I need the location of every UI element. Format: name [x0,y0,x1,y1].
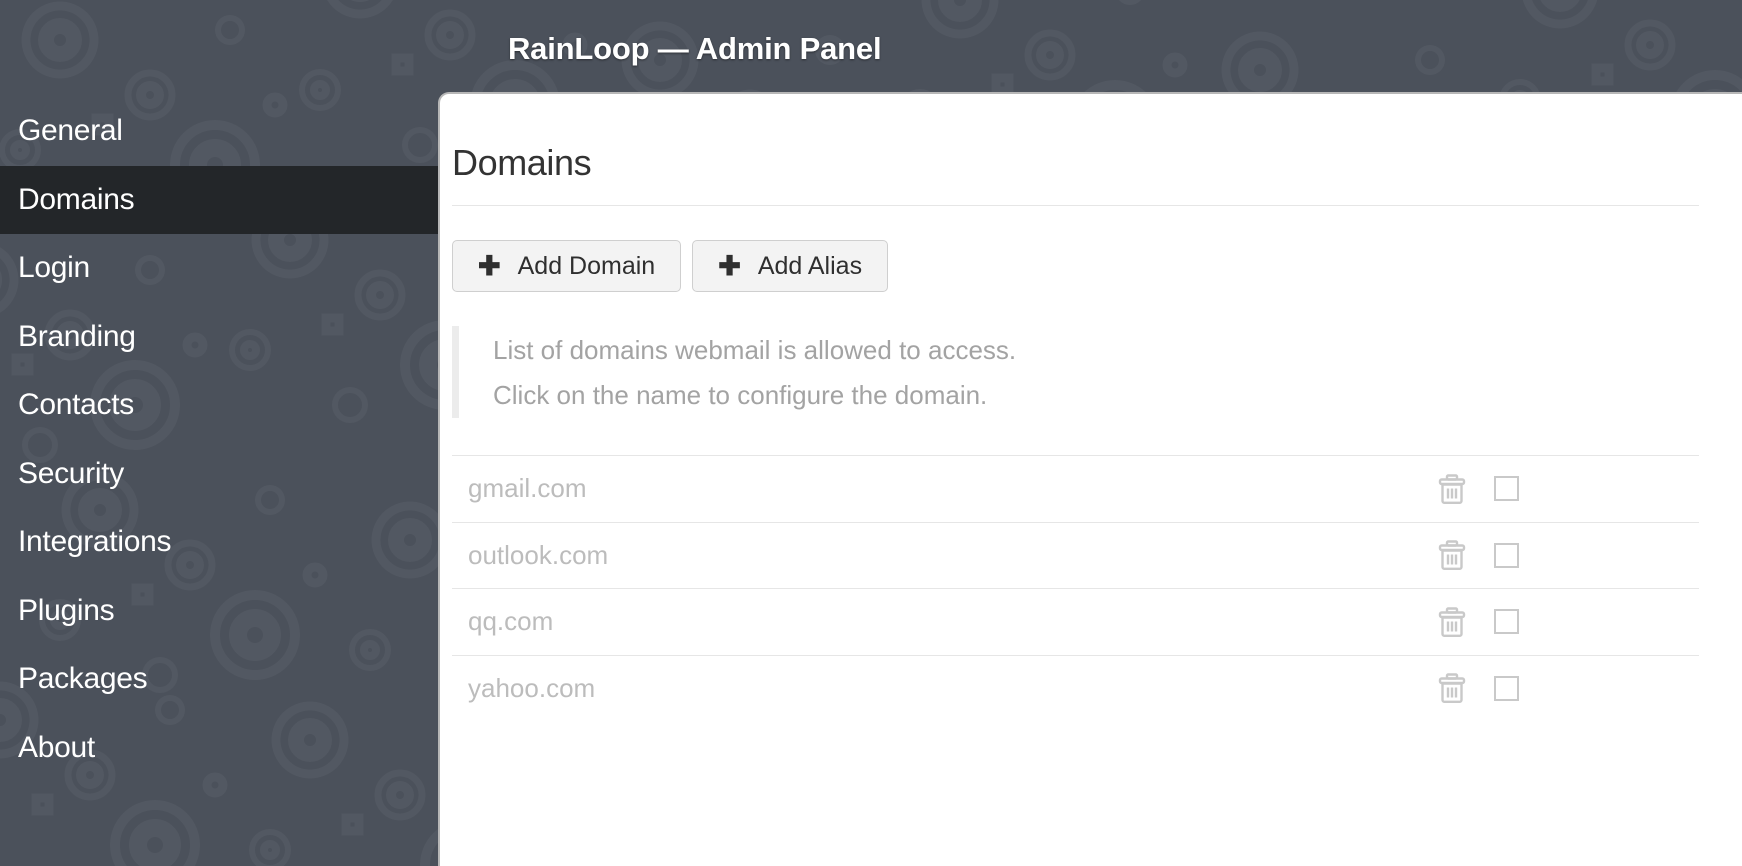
page-title: Domains [452,142,592,183]
app-header: RainLoop — Admin Panel [0,0,1742,97]
sidebar-item-label: Branding [18,319,136,353]
domain-select-checkbox[interactable] [1494,476,1519,502]
sidebar-item-contacts[interactable]: Contacts [0,371,438,440]
toolbar: ✚ Add Domain ✚ Add Alias [452,240,889,292]
domain-select-checkbox[interactable] [1494,542,1519,568]
row-actions [1437,473,1699,505]
row-actions [1437,539,1699,571]
sidebar-item-label: About [18,730,95,764]
sidebar-item-label: Plugins [18,593,115,627]
trash-icon[interactable] [1437,672,1467,704]
sidebar-item-integrations[interactable]: Integrations [0,508,438,577]
trash-icon[interactable] [1437,539,1467,571]
domain-row: yahoo.com [452,654,1699,722]
info-accent-bar [452,326,459,418]
sidebar-item-label: General [18,114,123,148]
sidebar-item-label: Security [18,456,124,490]
domain-name-link[interactable]: yahoo.com [452,673,595,704]
domain-select-checkbox[interactable] [1494,609,1519,635]
info-line-1: List of domains webmail is allowed to ac… [493,335,1017,365]
add-alias-button[interactable]: ✚ Add Alias [692,240,889,292]
domain-name-link[interactable]: outlook.com [452,540,608,571]
info-line-2: Click on the name to configure the domai… [493,380,988,410]
sidebar-item-plugins[interactable]: Plugins [0,577,438,646]
sidebar-item-packages[interactable]: Packages [0,645,438,714]
add-domain-label: Add Domain [517,251,656,280]
sidebar-nav: General Domains Login Branding Contacts Secur… [0,97,438,866]
sidebar-item-label: Login [18,251,90,285]
row-actions [1437,606,1699,638]
sidebar-item-label: Packages [18,662,148,696]
domain-row: outlook.com [452,521,1699,589]
app-title: RainLoop — Admin Panel [508,30,882,66]
add-alias-label: Add Alias [757,251,863,280]
domain-name-link[interactable]: gmail.com [452,473,586,504]
plus-icon: ✚ [718,250,741,281]
domain-select-checkbox[interactable] [1494,675,1519,701]
content-panel: Domains ✚ Add Domain ✚ Add Alias List of… [438,92,1742,866]
sidebar-item-domains[interactable]: Domains [0,165,438,234]
domain-row: gmail.com [452,455,1699,522]
row-actions [1437,672,1699,704]
info-note-text: List of domains webmail is allowed to ac… [459,326,1016,418]
info-note: List of domains webmail is allowed to ac… [452,326,1016,418]
sidebar-item-login[interactable]: Login [0,234,438,303]
trash-icon[interactable] [1437,473,1467,505]
trash-icon[interactable] [1437,606,1467,638]
sidebar-item-label: Integrations [18,525,172,559]
plus-icon: ✚ [478,250,501,281]
add-domain-button[interactable]: ✚ Add Domain [452,240,682,292]
sidebar-item-label: Contacts [18,388,134,422]
sidebar-item-about[interactable]: About [0,714,438,783]
domain-row: qq.com [452,588,1699,655]
sidebar-item-label: Domains [18,182,135,216]
sidebar-item-general[interactable]: General [0,97,438,166]
domain-name-link[interactable]: qq.com [452,606,553,637]
domain-list: gmail.com outlook.com qq.com yahoo.com [452,455,1699,721]
heading-divider [452,205,1699,206]
sidebar-item-security[interactable]: Security [0,440,438,509]
sidebar-item-branding[interactable]: Branding [0,303,438,372]
